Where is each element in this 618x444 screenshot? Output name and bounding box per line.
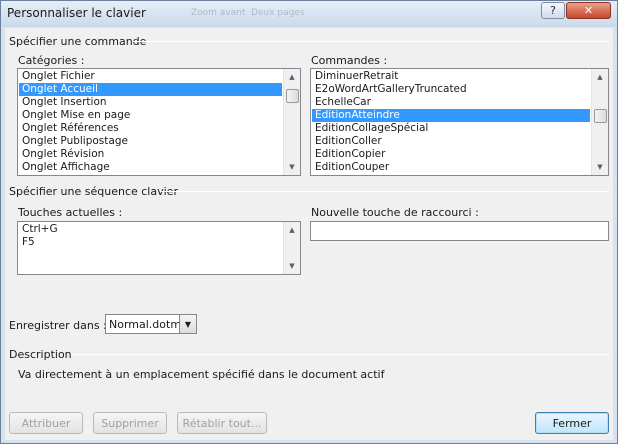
save-in-value: Normal.dotm [109,318,182,331]
separator [160,191,609,192]
scroll-down-icon[interactable]: ▼ [592,159,608,175]
scroll-down-icon[interactable]: ▼ [284,159,300,175]
save-in-label: Enregistrer dans : [9,319,107,332]
scroll-up-icon[interactable]: ▲ [592,69,608,85]
new-shortcut-input[interactable] [310,221,609,241]
category-item[interactable]: Onglet Références [19,122,282,135]
new-shortcut-label: Nouvelle touche de raccourci : [311,206,479,219]
commands-scrollbar[interactable]: ▲ ▼ [591,69,608,175]
dialog-title: Personnaliser le clavier [7,6,146,20]
command-item[interactable]: E2oWordArtGalleryTruncated [312,83,590,96]
current-keys-scrollbar[interactable]: ▲ ▼ [283,222,300,274]
category-item[interactable]: Onglet Révision [19,148,282,161]
category-item[interactable]: Onglet Publipostage [19,135,282,148]
command-item[interactable]: EditionAtteindre [312,109,590,122]
reset-all-button[interactable]: Rétablir tout... [177,412,267,434]
scroll-thumb[interactable] [286,89,299,103]
commands-label: Commandes : [311,54,388,67]
category-item[interactable]: Onglet Affichage [19,161,282,174]
categories-label: Catégories : [18,54,85,67]
title-bar[interactable]: Personnaliser le clavier Zoom avant Deux… [1,1,617,27]
remove-button[interactable]: Supprimer [93,412,167,434]
current-keys-list[interactable]: Ctrl+G F5 ▲ ▼ [17,221,301,275]
description-text: Va directement à un emplacement spécifié… [18,368,385,381]
dialog-body: Spécifier une commande Catégories : Ongl… [5,28,613,440]
key-sequence-heading: Spécifier une séquence clavier [9,185,178,198]
category-item[interactable]: Onglet Fichier [19,70,282,83]
commands-list[interactable]: DiminuerRetrait E2oWordArtGalleryTruncate… [310,68,609,176]
command-item[interactable]: EditionCopier [312,148,590,161]
command-item[interactable]: EditionCouper [312,161,590,174]
scroll-thumb[interactable] [594,109,607,123]
scroll-up-icon[interactable]: ▲ [284,222,300,238]
separator [132,41,609,42]
current-keys-label: Touches actuelles : [18,206,123,219]
category-item[interactable]: Onglet Accueil [19,83,282,96]
command-item[interactable]: EditionCollageSpécial [312,122,590,135]
categories-scrollbar[interactable]: ▲ ▼ [283,69,300,175]
close-window-button[interactable]: ✕ [566,2,611,19]
command-item[interactable]: DiminuerRetrait [312,70,590,83]
save-in-dropdown[interactable]: Normal.dotm ▼ [105,314,197,334]
specify-command-heading: Spécifier une commande [9,35,147,48]
separator [71,354,609,355]
command-item[interactable]: EditionColler [312,135,590,148]
dropdown-arrow-icon[interactable]: ▼ [179,315,196,333]
command-item[interactable]: EchelleCar [312,96,590,109]
background-text: Zoom avant [191,8,246,18]
assign-button[interactable]: Attribuer [9,412,83,434]
current-key-item[interactable]: Ctrl+G [19,223,282,236]
category-item[interactable]: Onglet Insertion [19,96,282,109]
description-heading: Description [9,348,72,361]
category-item[interactable]: Onglet Mise en page [19,109,282,122]
close-button[interactable]: Fermer [535,412,609,434]
customize-keyboard-dialog: Personnaliser le clavier Zoom avant Deux… [0,0,618,444]
scroll-down-icon[interactable]: ▼ [284,258,300,274]
scroll-up-icon[interactable]: ▲ [284,69,300,85]
categories-list[interactable]: Onglet Fichier Onglet Accueil Onglet Inser… [17,68,301,176]
current-key-item[interactable]: F5 [19,236,282,249]
background-text: Deux pages [251,8,305,18]
help-button[interactable]: ? [541,2,565,19]
